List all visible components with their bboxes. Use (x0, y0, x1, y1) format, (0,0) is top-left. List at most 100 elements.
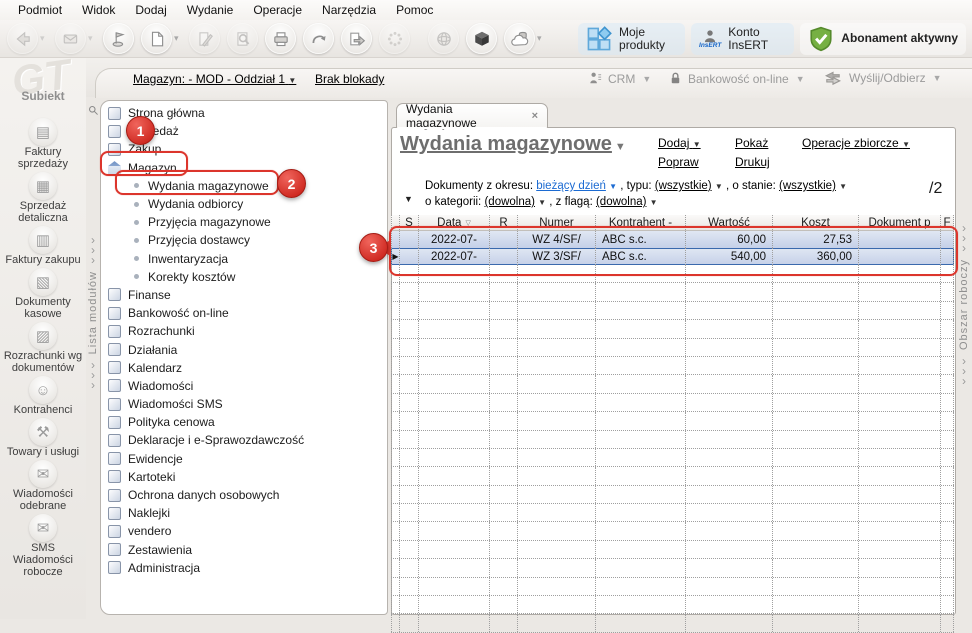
filter-okres-value[interactable]: bieżący dzień (536, 180, 606, 192)
tab-close-icon[interactable]: × (532, 110, 538, 122)
sidebar-item-kontrahenci[interactable]: ☺Kontrahenci (1, 376, 86, 416)
column-header-s[interactable]: S (400, 215, 419, 230)
empty-cell (419, 302, 490, 319)
empty-cell (518, 431, 596, 448)
tree-item-administracja[interactable]: Administracja (101, 559, 387, 577)
tree-item-wiadomości[interactable]: Wiadomości (101, 377, 387, 395)
sidebar-item-dokumenty-kasowe[interactable]: ▧Dokumenty kasowe (1, 268, 86, 320)
column-header-r[interactable]: R (490, 215, 518, 230)
menu-widok[interactable]: Widok (72, 1, 125, 19)
menu-pomoc[interactable]: Pomoc (386, 1, 443, 19)
tree-item-finanse[interactable]: Finanse (101, 286, 387, 304)
documents-grid: SData▽RNumerKontrahent -WartośćKosztDoku… (391, 215, 954, 633)
tree-item-zakup[interactable]: Zakup (101, 140, 387, 158)
cloud-database-button[interactable] (504, 23, 535, 54)
tree-item-ewidencje[interactable]: Ewidencje (101, 450, 387, 468)
chevron-icon[interactable]: › (91, 255, 95, 265)
tree-item-sprzedaż[interactable]: Sprzedaż (101, 122, 387, 140)
tree-item-kalendarz[interactable]: Kalendarz (101, 359, 387, 377)
page-title[interactable]: Wydania magazynowe▼ (400, 133, 626, 156)
tree-item-label: Kartoteki (128, 470, 175, 484)
tree-item-deklaracje-i-e-sprawozdawczość[interactable]: Deklaracje i e-Sprawozdawczość (101, 431, 387, 449)
menu-wydanie[interactable]: Wydanie (177, 1, 244, 19)
column-header-dokument-p[interactable]: Dokument p (859, 215, 941, 230)
tree-item-polityka-cenowa[interactable]: Polityka cenowa (101, 413, 387, 431)
empty-cell (941, 467, 954, 484)
menu-dodaj[interactable]: Dodaj (125, 1, 176, 19)
menu-operacje[interactable]: Operacje (243, 1, 312, 19)
tree-item-wydania-odbiorcy[interactable]: Wydania odbiorcy (101, 195, 387, 213)
sidebar-item-sms-wiadomości-robocze[interactable]: ✉SMS Wiadomości robocze (1, 514, 86, 578)
tree-item-bankowość-on-line[interactable]: Bankowość on-line (101, 304, 387, 322)
print-button[interactable] (265, 23, 296, 54)
column-header-data[interactable]: Data▽ (419, 215, 490, 230)
chevron-icon[interactable]: › (91, 380, 95, 390)
empty-cell (419, 522, 490, 539)
tree-item-ochrona-danych-osobowych[interactable]: Ochrona danych osobowych (101, 486, 387, 504)
undo-arrow-button[interactable] (303, 23, 334, 54)
tree-item-vendero[interactable]: vendero (101, 522, 387, 540)
new-document-button[interactable] (141, 23, 172, 54)
abonament-status[interactable]: Abonament aktywny (800, 23, 966, 55)
sidebar-item-sprzedaż-detaliczna[interactable]: ▦Sprzedaż detaliczna (1, 172, 86, 224)
tree-item-kartoteki[interactable]: Kartoteki (101, 468, 387, 486)
sidebar-item-rozrachunki-wg-dokumentów[interactable]: ▨Rozrachunki wg dokumentów (1, 322, 86, 374)
filter-typ-value[interactable]: (wszystkie) (655, 180, 712, 192)
column-header-f[interactable]: F (941, 215, 954, 230)
operacje-zbiorcze-link[interactable]: Operacje zbiorcze ▼ (802, 136, 910, 150)
grid-filter-icon[interactable]: ▼ (404, 194, 413, 204)
tree-item-wydania-magazynowe[interactable]: Wydania magazynowe (101, 177, 387, 195)
tree-item-inwentaryzacja[interactable]: Inwentaryzacja (101, 250, 387, 268)
tree-item-działania[interactable]: Działania (101, 340, 387, 358)
tree-item-strona-główna[interactable]: Strona główna (101, 104, 387, 122)
filter-kategoria-value[interactable]: (dowolna) (484, 196, 535, 208)
sidebar-item-towary-i-usługi[interactable]: ⚒Towary i usługi (1, 418, 86, 458)
forward-document-button[interactable] (341, 23, 372, 54)
tree-item-magazyn[interactable]: Magazyn (101, 159, 387, 177)
brak-blokady-link[interactable]: Brak blokady (315, 72, 384, 86)
open-icon (14, 30, 32, 48)
chevron-down-icon[interactable]: ▾ (174, 33, 182, 44)
sidebar-item-faktury-sprzedaży[interactable]: ▤Faktury sprzedaży (1, 118, 86, 170)
konto-insert-button[interactable]: InsERT Konto InsERT (691, 23, 794, 55)
cube-button[interactable] (466, 23, 497, 54)
empty-cell (400, 375, 419, 392)
filter-stan-value[interactable]: (wszystkie) (779, 180, 836, 192)
popraw-link[interactable]: Popraw (658, 155, 699, 169)
dodaj-link[interactable]: Dodaj ▼ (658, 136, 701, 150)
empty-cell (490, 467, 518, 484)
column-header-numer[interactable]: Numer (518, 215, 596, 230)
tab-wydania-magazynowe[interactable]: Wydania magazynowe × (396, 103, 548, 128)
tree-item-rozrachunki[interactable]: Rozrachunki (101, 322, 387, 340)
drukuj-link[interactable]: Drukuj (735, 155, 770, 169)
chevron-down-icon[interactable]: ▾ (537, 33, 545, 44)
menu-podmiot[interactable]: Podmiot (8, 1, 72, 19)
settlements-icon (108, 325, 121, 338)
column-header-koszt[interactable]: Koszt (773, 215, 859, 230)
tree-item-zestawienia[interactable]: Zestawienia (101, 541, 387, 559)
tree-item-korekty-kosztów[interactable]: Korekty kosztów (101, 268, 387, 286)
magazyn-selector-link[interactable]: Magazyn: - MOD - Oddział 1 ▼ (133, 72, 296, 86)
bullet-icon (134, 256, 139, 261)
menu-narzędzia[interactable]: Narzędzia (312, 1, 386, 19)
column-header-kontrahent[interactable]: Kontrahent - (596, 215, 686, 230)
moje-produkty-button[interactable]: Moje produkty (578, 23, 685, 55)
tree-item-przyjęcia-magazynowe[interactable]: Przyjęcia magazynowe (101, 213, 387, 231)
chevron-icon[interactable]: › (962, 376, 966, 386)
filter-flaga-value[interactable]: (dowolna) (596, 196, 647, 208)
pokaz-link[interactable]: Pokaż (735, 136, 768, 150)
chevron-icon[interactable]: › (962, 243, 966, 253)
table-row[interactable]: 2022-07-WZ 4/SF/ABC s.c.60,0027,53 (391, 231, 954, 248)
table-row[interactable]: ▶2022-07-WZ 3/SF/ABC s.c.540,00360,00 (391, 248, 954, 265)
tree-item-naklejki[interactable]: Naklejki (101, 504, 387, 522)
flag-button[interactable] (103, 23, 134, 54)
pin-icon[interactable] (87, 104, 100, 117)
empty-cell (596, 412, 686, 429)
sidebar-item-faktury-zakupu[interactable]: ▥Faktury zakupu (1, 226, 86, 266)
column-header-wartość[interactable]: Wartość (686, 215, 773, 230)
tree-item-label: Wydania magazynowe (148, 179, 269, 193)
sidebar-item-wiadomości-odebrane[interactable]: ✉Wiadomości odebrane (1, 460, 86, 512)
column-header-marker[interactable] (391, 215, 400, 230)
tree-item-wiadomości-sms[interactable]: Wiadomości SMS (101, 395, 387, 413)
tree-item-przyjęcia-dostawcy[interactable]: Przyjęcia dostawcy (101, 231, 387, 249)
